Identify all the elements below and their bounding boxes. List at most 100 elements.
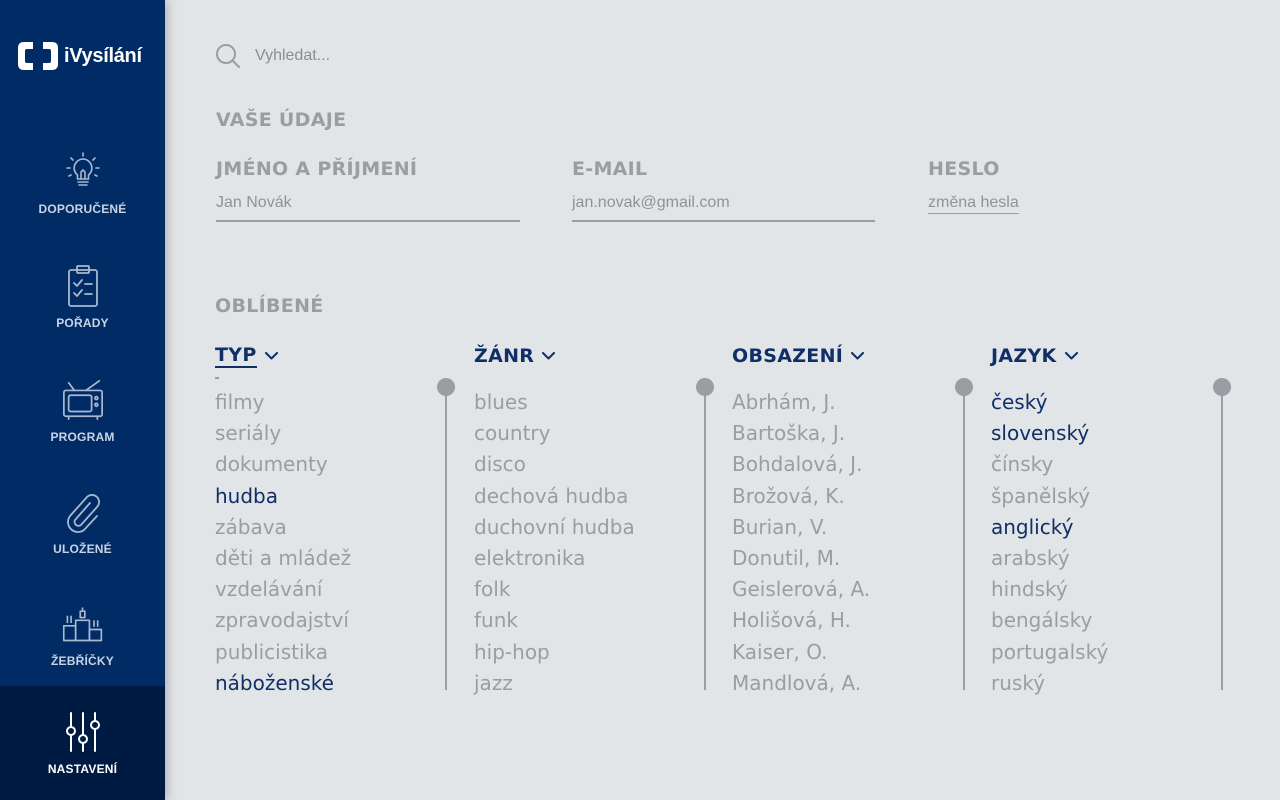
favorite-item[interactable]: čínsky — [991, 449, 1108, 480]
scrollbar-thumb[interactable] — [1213, 378, 1231, 396]
search-input[interactable] — [255, 47, 555, 65]
chevron-down-icon — [542, 352, 556, 360]
change-password-link[interactable]: změna hesla — [928, 194, 1019, 214]
favorite-item[interactable]: český — [991, 387, 1108, 418]
scrollbar[interactable] — [955, 378, 973, 690]
tab-indicator — [215, 377, 219, 379]
favorite-item[interactable]: jazz — [474, 668, 635, 699]
scrollbar-track — [445, 384, 447, 690]
favorite-item[interactable]: blues — [474, 387, 635, 418]
column-header-zanr[interactable]: ŽÁNR — [474, 343, 556, 369]
logo-text: iVysílání — [64, 44, 142, 67]
favorite-item[interactable]: slovenský — [991, 418, 1108, 449]
chevron-down-icon — [1064, 352, 1078, 360]
favorite-item[interactable]: hudba — [215, 481, 351, 512]
favorites-column-obsazeni: OBSAZENÍ Abrhám, J. Bartoška, J. Bohdalová… — [732, 343, 870, 695]
scrollbar[interactable] — [437, 378, 455, 690]
favorite-item[interactable]: náboženské — [215, 668, 351, 699]
column-header-label: JAZYK — [991, 345, 1057, 367]
scrollbar-track — [704, 384, 706, 690]
scrollbar-track — [963, 384, 965, 690]
nav-label: POŘADY — [56, 316, 109, 330]
nav-item-porady[interactable]: POŘADY — [0, 240, 165, 354]
favorite-item[interactable]: Geislerová, A. — [732, 574, 870, 605]
email-input[interactable]: jan.novak@gmail.com — [572, 194, 875, 222]
podium-icon — [61, 602, 105, 646]
favorite-item[interactable]: zábava — [215, 512, 351, 543]
favorite-item[interactable]: Bartoška, J. — [732, 418, 870, 449]
nav-item-zebricky[interactable]: ŽEBŘÍČKY — [0, 578, 165, 692]
favorite-item[interactable]: funk — [474, 605, 635, 636]
favorite-item[interactable]: seriály — [215, 418, 351, 449]
search-bar[interactable] — [215, 43, 555, 69]
favorite-item[interactable]: Brožová, K. — [732, 481, 870, 512]
nav-item-doporucene[interactable]: DOPORUČENÉ — [0, 126, 165, 240]
nav-item-ulozene[interactable]: ULOŽENÉ — [0, 466, 165, 580]
sidebar: iVysílání DOPORUČENÉ POŘADY PROGRAM ULOŽ… — [0, 0, 165, 800]
password-label: HESLO — [928, 158, 1000, 180]
column-header-obsazeni[interactable]: OBSAZENÍ — [732, 343, 865, 369]
favorite-item[interactable]: Kaiser, O. — [732, 637, 870, 668]
favorite-item[interactable]: country — [474, 418, 635, 449]
favorite-item[interactable]: Burian, V. — [732, 512, 870, 543]
favorite-item[interactable]: duchovní hudba — [474, 512, 635, 543]
favorite-item[interactable]: bengálsky — [991, 605, 1108, 636]
scrollbar-thumb[interactable] — [955, 378, 973, 396]
clipboard-check-icon — [61, 264, 105, 308]
favorite-item[interactable]: vzdelávání — [215, 574, 351, 605]
favorite-item[interactable]: hindský — [991, 574, 1108, 605]
chevron-down-icon — [851, 352, 865, 360]
name-input[interactable]: Jan Novák — [216, 194, 520, 222]
search-icon[interactable] — [215, 43, 241, 69]
nav-item-nastaveni[interactable]: NASTAVENÍ — [0, 686, 165, 800]
favorite-item[interactable]: arabský — [991, 543, 1108, 574]
favorites-column-zanr: ŽÁNR blues country disco dechová hudba ducho… — [474, 343, 635, 695]
favorite-item[interactable]: folk — [474, 574, 635, 605]
nav-label: PROGRAM — [50, 430, 115, 444]
favorites-list: filmy seriály dokumenty hudba zábava děti a m… — [215, 387, 351, 699]
column-header-jazyk[interactable]: JAZYK — [991, 343, 1078, 369]
favorite-item[interactable]: ruský — [991, 668, 1108, 699]
favorites-list: blues country disco dechová hudba duchovní h… — [474, 387, 635, 699]
nav-label: NASTAVENÍ — [47, 762, 118, 776]
favorite-item[interactable]: disco — [474, 449, 635, 480]
scrollbar-thumb[interactable] — [437, 378, 455, 396]
chevron-down-icon — [264, 352, 278, 360]
scrollbar[interactable] — [1213, 378, 1231, 690]
nav-item-program[interactable]: PROGRAM — [0, 354, 165, 468]
favorites-list: český slovenský čínsky španělský anglický ara… — [991, 387, 1108, 699]
scrollbar[interactable] — [696, 378, 714, 690]
favorites-column-typ: TYP filmy seriály dokumenty hudba zábava děti… — [215, 343, 351, 695]
favorite-item[interactable]: Holišová, H. — [732, 605, 870, 636]
favorite-item[interactable]: zpravodajství — [215, 605, 351, 636]
favorite-item[interactable]: dokumenty — [215, 449, 351, 480]
column-header-label: OBSAZENÍ — [732, 345, 844, 367]
favorite-item[interactable]: dechová hudba — [474, 481, 635, 512]
column-header-label: TYP — [215, 344, 257, 368]
favorite-item[interactable]: Bohdalová, J. — [732, 449, 870, 480]
ct-logo-icon — [18, 42, 58, 70]
favorites-list: Abrhám, J. Bartoška, J. Bohdalová, J. Brožo… — [732, 387, 870, 699]
favorite-item[interactable]: anglický — [991, 512, 1108, 543]
nav-label: ULOŽENÉ — [53, 542, 112, 556]
nav-label: ŽEBŘÍČKY — [51, 654, 114, 668]
favorite-item[interactable]: Mandlová, A. — [732, 668, 870, 699]
nav-label: DOPORUČENÉ — [38, 202, 127, 216]
profile-section-title: VAŠE ÚDAJE — [216, 109, 347, 131]
favorite-item[interactable]: děti a mládež — [215, 543, 351, 574]
lightbulb-icon — [61, 150, 105, 194]
favorite-item[interactable]: portugalský — [991, 637, 1108, 668]
scrollbar-track — [1221, 384, 1223, 690]
scrollbar-thumb[interactable] — [696, 378, 714, 396]
favorite-item[interactable]: elektronika — [474, 543, 635, 574]
favorite-item[interactable]: španělský — [991, 481, 1108, 512]
favorite-item[interactable]: publicistika — [215, 637, 351, 668]
favorite-item[interactable]: filmy — [215, 387, 351, 418]
ct-logo[interactable]: iVysílání — [18, 42, 142, 70]
favorite-item[interactable]: Abrhám, J. — [732, 387, 870, 418]
favorite-item[interactable]: hip-hop — [474, 637, 635, 668]
favorite-item[interactable]: Donutil, M. — [732, 543, 870, 574]
name-field: JMÉNO A PŘÍJMENÍ Jan Novák — [216, 158, 520, 222]
column-header-typ[interactable]: TYP — [215, 343, 278, 369]
favorites-column-jazyk: JAZYK český slovenský čínsky španělský angli… — [991, 343, 1108, 695]
